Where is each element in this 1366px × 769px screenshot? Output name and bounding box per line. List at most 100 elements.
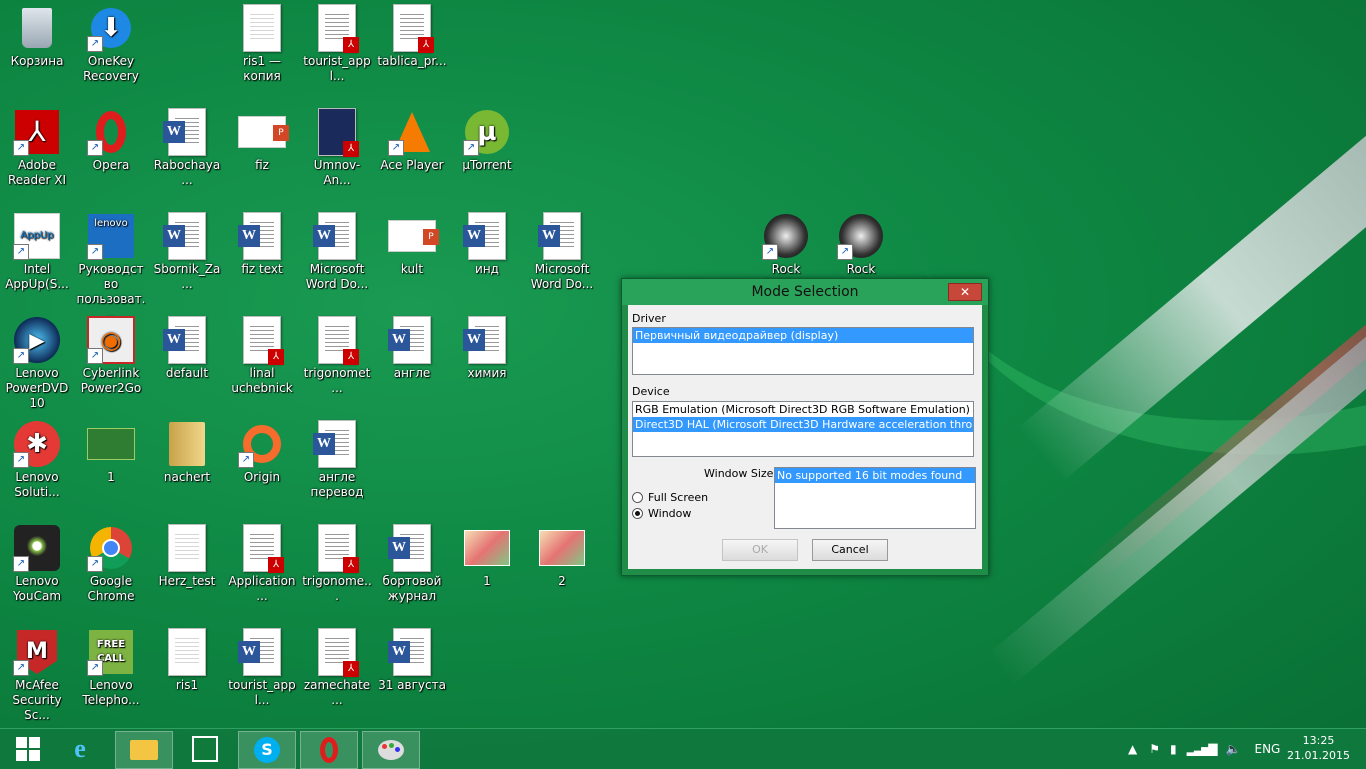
- desktop-icon[interactable]: ↗ Ace Player: [375, 108, 449, 173]
- image-file-icon: [243, 4, 281, 52]
- desktop-icon[interactable]: W Microsoft Word Do...: [300, 212, 374, 292]
- start-button[interactable]: [0, 731, 56, 767]
- desktop-icon[interactable]: Wангле: [375, 316, 449, 381]
- desktop-icon[interactable]: ris1 — копия: [225, 4, 299, 84]
- desktop-icon[interactable]: ◉ ↗ Cyberlink Power2Go: [74, 316, 148, 396]
- desktop-icon-label: Microsoft Word Do...: [530, 262, 594, 291]
- desktop-icon[interactable]: W 31 августа: [375, 628, 449, 693]
- taskbar-opera[interactable]: [300, 731, 358, 769]
- desktop-icon-image: W: [163, 212, 211, 260]
- close-button[interactable]: ✕: [948, 283, 982, 301]
- desktop-icon-label: OneKey Recovery: [83, 54, 139, 83]
- desktop-icon-image: ⬇ ↗: [87, 4, 135, 52]
- taskbar-internet-explorer[interactable]: e: [52, 731, 108, 767]
- device-list[interactable]: RGB Emulation (Microsoft Direct3D RGB So…: [632, 401, 974, 457]
- desktop-icon[interactable]: Wинд: [450, 212, 524, 277]
- system-tray: ▲ ⚑ ▮ ▂▃▅▇ 🔈 ENG: [1128, 729, 1280, 769]
- desktop-icon[interactable]: Корзина: [0, 4, 74, 69]
- desktop-icon[interactable]: 1: [450, 524, 524, 589]
- desktop-icon[interactable]: ⅄ trigonomet...: [300, 316, 374, 396]
- desktop-icon[interactable]: ↗ Opera: [74, 108, 148, 173]
- desktop-icon-image: [238, 4, 286, 52]
- desktop-icon[interactable]: ⅄ linal uchebnick: [225, 316, 299, 396]
- desktop-icon[interactable]: W Rabochaya...: [150, 108, 224, 188]
- desktop-icon[interactable]: ⅄ ↗ Adobe Reader XI: [0, 108, 74, 188]
- dialog-titlebar[interactable]: Mode Selection: [622, 279, 988, 305]
- desktop-icon[interactable]: ⅄ Umnov-An...: [300, 108, 374, 188]
- desktop-icon[interactable]: ↗ Google Chrome: [74, 524, 148, 604]
- desktop-icon-label: англе: [393, 366, 431, 380]
- window-radio[interactable]: Window: [632, 507, 691, 520]
- driver-list-item[interactable]: Первичный видеодрайвер (display): [633, 328, 973, 343]
- driver-list[interactable]: Первичный видеодрайвер (display): [632, 327, 974, 375]
- desktop-icon[interactable]: ✱ ↗ Lenovo Soluti...: [0, 420, 74, 500]
- radio-circle[interactable]: [632, 492, 643, 503]
- desktop-icon[interactable]: ⅄ trigonome...: [300, 524, 374, 604]
- device-list-item[interactable]: RGB Emulation (Microsoft Direct3D RGB So…: [633, 402, 973, 417]
- desktop-icon[interactable]: W Sbornik_Za...: [150, 212, 224, 292]
- desktop-icon[interactable]: nachert: [150, 420, 224, 485]
- desktop-icon[interactable]: µ ↗ µTorrent: [450, 108, 524, 173]
- desktop-icon-label: Herz_test: [158, 574, 216, 588]
- desktop-icon[interactable]: Wхимия: [450, 316, 524, 381]
- cancel-button[interactable]: Cancel: [812, 539, 888, 561]
- desktop-icon[interactable]: AppUp ↗ Intel AppUp(S...: [0, 212, 74, 292]
- clock[interactable]: 13:25 21.01.2015: [1287, 733, 1350, 763]
- desktop-icon[interactable]: Pkult: [375, 212, 449, 277]
- word-doc-icon: W: [238, 212, 281, 260]
- desktop-icon-label: Google Chrome: [87, 574, 135, 603]
- desktop-icon-label: 1: [107, 470, 115, 484]
- desktop-icon[interactable]: ↗ Lenovo YouCam: [0, 524, 74, 604]
- taskbar-file-explorer[interactable]: [115, 731, 173, 769]
- show-hidden-icons-arrow-icon[interactable]: ▲: [1128, 742, 1137, 756]
- desktop-icon[interactable]: ⅄ zamechate...: [300, 628, 374, 708]
- desktop-icon-label: McAfee Security Sc...: [12, 678, 62, 722]
- desktop-icon[interactable]: 2: [525, 524, 599, 589]
- pdf-doc-icon: ⅄: [318, 108, 359, 157]
- desktop-icon[interactable]: Wfiz text: [225, 212, 299, 277]
- action-center-flag-icon[interactable]: ⚑: [1149, 742, 1160, 756]
- shortcut-arrow-icon: ↗: [13, 556, 29, 572]
- desktop-icon[interactable]: ⬇ ↗ OneKey Recovery: [74, 4, 148, 84]
- desktop-icon[interactable]: Pfiz: [225, 108, 299, 173]
- desktop-icon[interactable]: W Microsoft Word Do...: [525, 212, 599, 292]
- network-signal-icon[interactable]: ▂▃▅▇: [1187, 742, 1218, 756]
- full-screen-radio[interactable]: Full Screen: [632, 491, 708, 504]
- desktop-icon-image: [163, 628, 211, 676]
- taskbar-skype[interactable]: S: [238, 731, 296, 769]
- desktop-icon[interactable]: Wангле перевод: [300, 420, 374, 500]
- desktop-icon[interactable]: 1: [74, 420, 148, 485]
- desktop-icon[interactable]: Wdefault: [150, 316, 224, 381]
- desktop-icon[interactable]: ⅄ tourist_appl...: [300, 4, 374, 84]
- desktop-icon-image: ↗: [13, 524, 61, 572]
- desktop-icon-label: trigonome...: [302, 574, 372, 603]
- desktop-icon-image: ⅄: [313, 628, 361, 677]
- radio-circle-checked[interactable]: [632, 508, 643, 519]
- window-size-item[interactable]: No supported 16 bit modes found: [775, 468, 975, 483]
- window-size-list[interactable]: No supported 16 bit modes found: [774, 467, 976, 529]
- language-indicator[interactable]: ENG: [1254, 742, 1280, 756]
- desktop-icon[interactable]: Wtourist_appl...: [225, 628, 299, 708]
- desktop-icon[interactable]: FREE CALL ↗ Lenovo Telepho...: [74, 628, 148, 708]
- desktop-icon[interactable]: ris1: [150, 628, 224, 693]
- battery-icon[interactable]: ▮: [1170, 742, 1177, 756]
- volume-icon[interactable]: 🔈: [1226, 742, 1241, 756]
- desktop-icon[interactable]: lenovo ↗ Руководство пользоват...: [74, 212, 148, 322]
- desktop-icon[interactable]: Herz_test: [150, 524, 224, 589]
- image-file-icon: [464, 530, 510, 566]
- desktop-icon-label: ris1: [175, 678, 199, 692]
- taskbar-paint[interactable]: [362, 731, 420, 769]
- desktop-icon[interactable]: M ↗ McAfee Security Sc...: [0, 628, 74, 723]
- desktop-icon[interactable]: ⅄ tablica_pr...: [375, 4, 449, 69]
- desktop-icon[interactable]: ▶ ↗ Lenovo PowerDVD 10: [0, 316, 74, 411]
- desktop-icon[interactable]: Wбортовой журнал: [375, 524, 449, 604]
- device-list-item[interactable]: Direct3D HAL (Microsoft Direct3D Hardwar…: [633, 417, 973, 432]
- desktop-icon[interactable]: ↗ Origin: [225, 420, 299, 485]
- taskbar-windows-store[interactable]: [177, 731, 233, 767]
- shortcut-arrow-icon: ↗: [87, 348, 103, 364]
- window-size-label: Window Size: [704, 467, 774, 480]
- desktop-icon[interactable]: ⅄ Application...: [225, 524, 299, 604]
- ok-button[interactable]: OK: [722, 539, 798, 561]
- desktop-icon-label: linal uchebnick: [231, 366, 293, 395]
- pdf-doc-icon: ⅄: [243, 316, 284, 365]
